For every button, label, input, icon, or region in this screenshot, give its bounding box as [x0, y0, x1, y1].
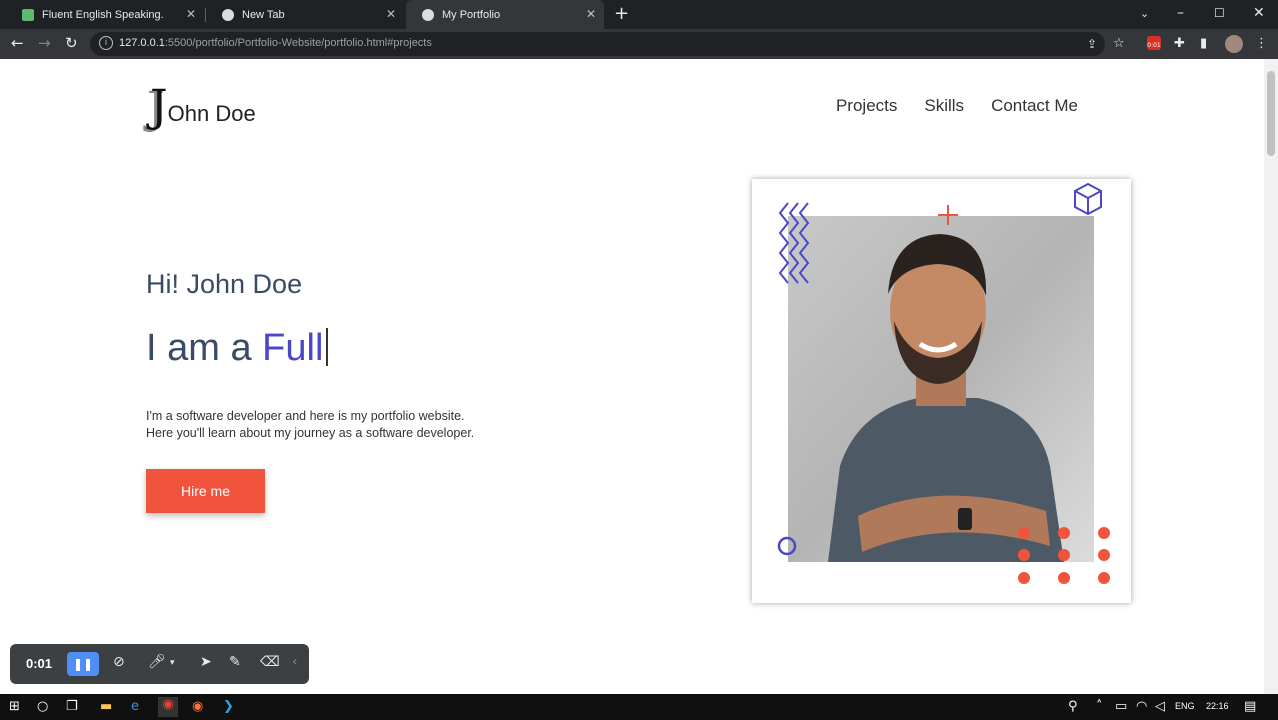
dot: [1018, 527, 1030, 539]
site-logo[interactable]: J Ohn Doe: [150, 85, 256, 129]
globe-icon: [422, 8, 434, 21]
tab-fluent-english[interactable]: Fluent English Speaking. ✕: [6, 0, 204, 29]
tab-my-portfolio[interactable]: My Portfolio ✕: [406, 0, 604, 29]
chrome-icon[interactable]: ◉: [158, 697, 178, 717]
site-info-icon[interactable]: i: [99, 36, 113, 50]
portrait-illustration: [788, 216, 1094, 562]
screen-recorder-toolbar: 0:01 ❚❚ ⊘ 🎤︎ ▾ ➤ ✎ ⌫ ‹: [10, 644, 309, 684]
extensions-puzzle-icon[interactable]: ✚: [1174, 36, 1185, 51]
language-indicator[interactable]: ENG: [1175, 701, 1195, 711]
tab-title: My Portfolio: [442, 8, 501, 21]
os-taskbar: ⊞ ○ ❐ ▬ e ◉ ◉ ❯ ⚲ ˄ ▭ ◠ ◁ ENG 22:16 ▤: [0, 694, 1278, 720]
dot: [1018, 572, 1030, 584]
pause-button[interactable]: ❚❚: [67, 652, 99, 676]
tab-title: Fluent English Speaking.: [42, 8, 164, 21]
profile-avatar[interactable]: [1225, 35, 1243, 53]
dot: [1098, 549, 1110, 561]
task-view-icon[interactable]: ❐: [66, 699, 78, 714]
tray-chevron-icon[interactable]: ˄: [1096, 699, 1103, 714]
extension-badge: 0:01: [1147, 42, 1161, 49]
recording-timer: 0:01: [26, 656, 53, 671]
wifi-icon[interactable]: ◠: [1136, 699, 1147, 714]
nav-skills[interactable]: Skills: [924, 96, 964, 116]
address-bar[interactable]: i 127.0.0.1:5500/portfolio/Portfolio-Web…: [90, 32, 1125, 56]
intro-line-2: Here you'll learn about my journey as a …: [146, 426, 475, 440]
main-nav: Projects Skills Contact Me: [836, 96, 1078, 116]
back-arrow-icon[interactable]: ←: [11, 34, 24, 52]
dot: [1058, 572, 1070, 584]
hire-me-button[interactable]: Hire me: [146, 469, 265, 513]
profile-photo: [788, 216, 1094, 562]
window-close-icon[interactable]: ✕: [1253, 5, 1265, 21]
cursor-icon[interactable]: ➤: [200, 654, 212, 670]
close-icon[interactable]: ✕: [586, 7, 596, 21]
close-icon[interactable]: ✕: [386, 7, 396, 21]
cube-decoration-icon: [1074, 182, 1102, 216]
new-tab-plus-icon[interactable]: +: [614, 3, 629, 24]
reload-icon[interactable]: ↻: [65, 34, 78, 52]
hero-greeting: Hi! John Doe: [146, 269, 303, 299]
close-icon[interactable]: ✕: [186, 7, 196, 21]
mic-dropdown-icon[interactable]: ▾: [170, 658, 175, 668]
vscode-icon[interactable]: ❯: [223, 699, 234, 714]
browser-toolbar: ← → ↻ i 127.0.0.1:5500/portfolio/Portfol…: [0, 29, 1278, 59]
dot: [1098, 572, 1110, 584]
forward-arrow-icon[interactable]: →: [38, 34, 51, 52]
dot: [1098, 527, 1110, 539]
eraser-icon[interactable]: ⌫: [260, 654, 280, 670]
profile-photo-card: [752, 179, 1131, 603]
clock[interactable]: 22:16: [1206, 701, 1229, 711]
recorder-extension-icon[interactable]: 0:01: [1147, 36, 1161, 50]
typing-caret: [326, 328, 329, 366]
intro-line-1: I'm a software developer and here is my …: [146, 409, 465, 423]
dot: [1018, 549, 1030, 561]
bookmark-star-icon[interactable]: ☆: [1113, 36, 1125, 51]
page-scrollbar[interactable]: [1264, 59, 1278, 694]
kebab-menu-icon[interactable]: ⋮: [1255, 36, 1268, 51]
maximize-icon[interactable]: ☐: [1214, 6, 1225, 20]
address-url: 127.0.0.1:5500/portfolio/Portfolio-Websi…: [119, 37, 432, 49]
firefox-icon[interactable]: ◉: [192, 699, 203, 714]
chrome-icon: [222, 8, 234, 21]
typewriter-prefix: I am a: [146, 327, 263, 369]
camera-off-icon[interactable]: ⊘: [113, 654, 125, 670]
minimize-icon[interactable]: –: [1177, 5, 1184, 21]
ring-decoration-icon: [777, 536, 797, 556]
sheets-icon: [22, 8, 34, 21]
search-icon[interactable]: ○: [37, 699, 48, 714]
tab-title: New Tab: [242, 8, 285, 21]
tab-search-chevron-icon[interactable]: ⌄: [1140, 7, 1149, 20]
plus-decoration-icon: [938, 205, 958, 225]
network-icon[interactable]: ⚲: [1068, 699, 1078, 714]
dot: [1058, 527, 1070, 539]
tab-strip: Fluent English Speaking. ✕ New Tab ✕ My …: [0, 0, 1278, 29]
battery-icon[interactable]: ▭: [1115, 699, 1127, 714]
portfolio-page: J Ohn Doe Projects Skills Contact Me Hi!…: [0, 59, 1264, 694]
file-explorer-icon[interactable]: ▬: [100, 699, 112, 714]
microphone-icon[interactable]: 🎤︎: [148, 654, 166, 670]
hero-intro: I'm a software developer and here is my …: [146, 408, 474, 442]
pen-icon[interactable]: ✎: [229, 654, 241, 670]
notifications-icon[interactable]: ▤: [1244, 699, 1256, 714]
scrollbar-thumb[interactable]: [1267, 71, 1275, 156]
nav-contact-me[interactable]: Contact Me: [991, 96, 1078, 116]
share-icon[interactable]: ⇪: [1087, 37, 1097, 51]
windows-start-icon[interactable]: ⊞: [9, 699, 20, 714]
zigzag-decoration-icon: [778, 202, 810, 284]
logo-text: Ohn Doe: [167, 101, 256, 126]
typewriter-word: Full: [262, 327, 324, 369]
side-panel-icon[interactable]: ▮: [1200, 36, 1207, 51]
dot: [1058, 549, 1070, 561]
volume-icon[interactable]: ◁: [1155, 699, 1165, 714]
edge-icon[interactable]: e: [131, 699, 139, 714]
hero-typewriter: I am a Full: [146, 327, 329, 370]
collapse-chevron-icon[interactable]: ‹: [292, 654, 298, 670]
nav-projects[interactable]: Projects: [836, 96, 897, 116]
logo-initial: J: [150, 81, 168, 132]
tab-new-tab[interactable]: New Tab ✕: [206, 0, 404, 29]
